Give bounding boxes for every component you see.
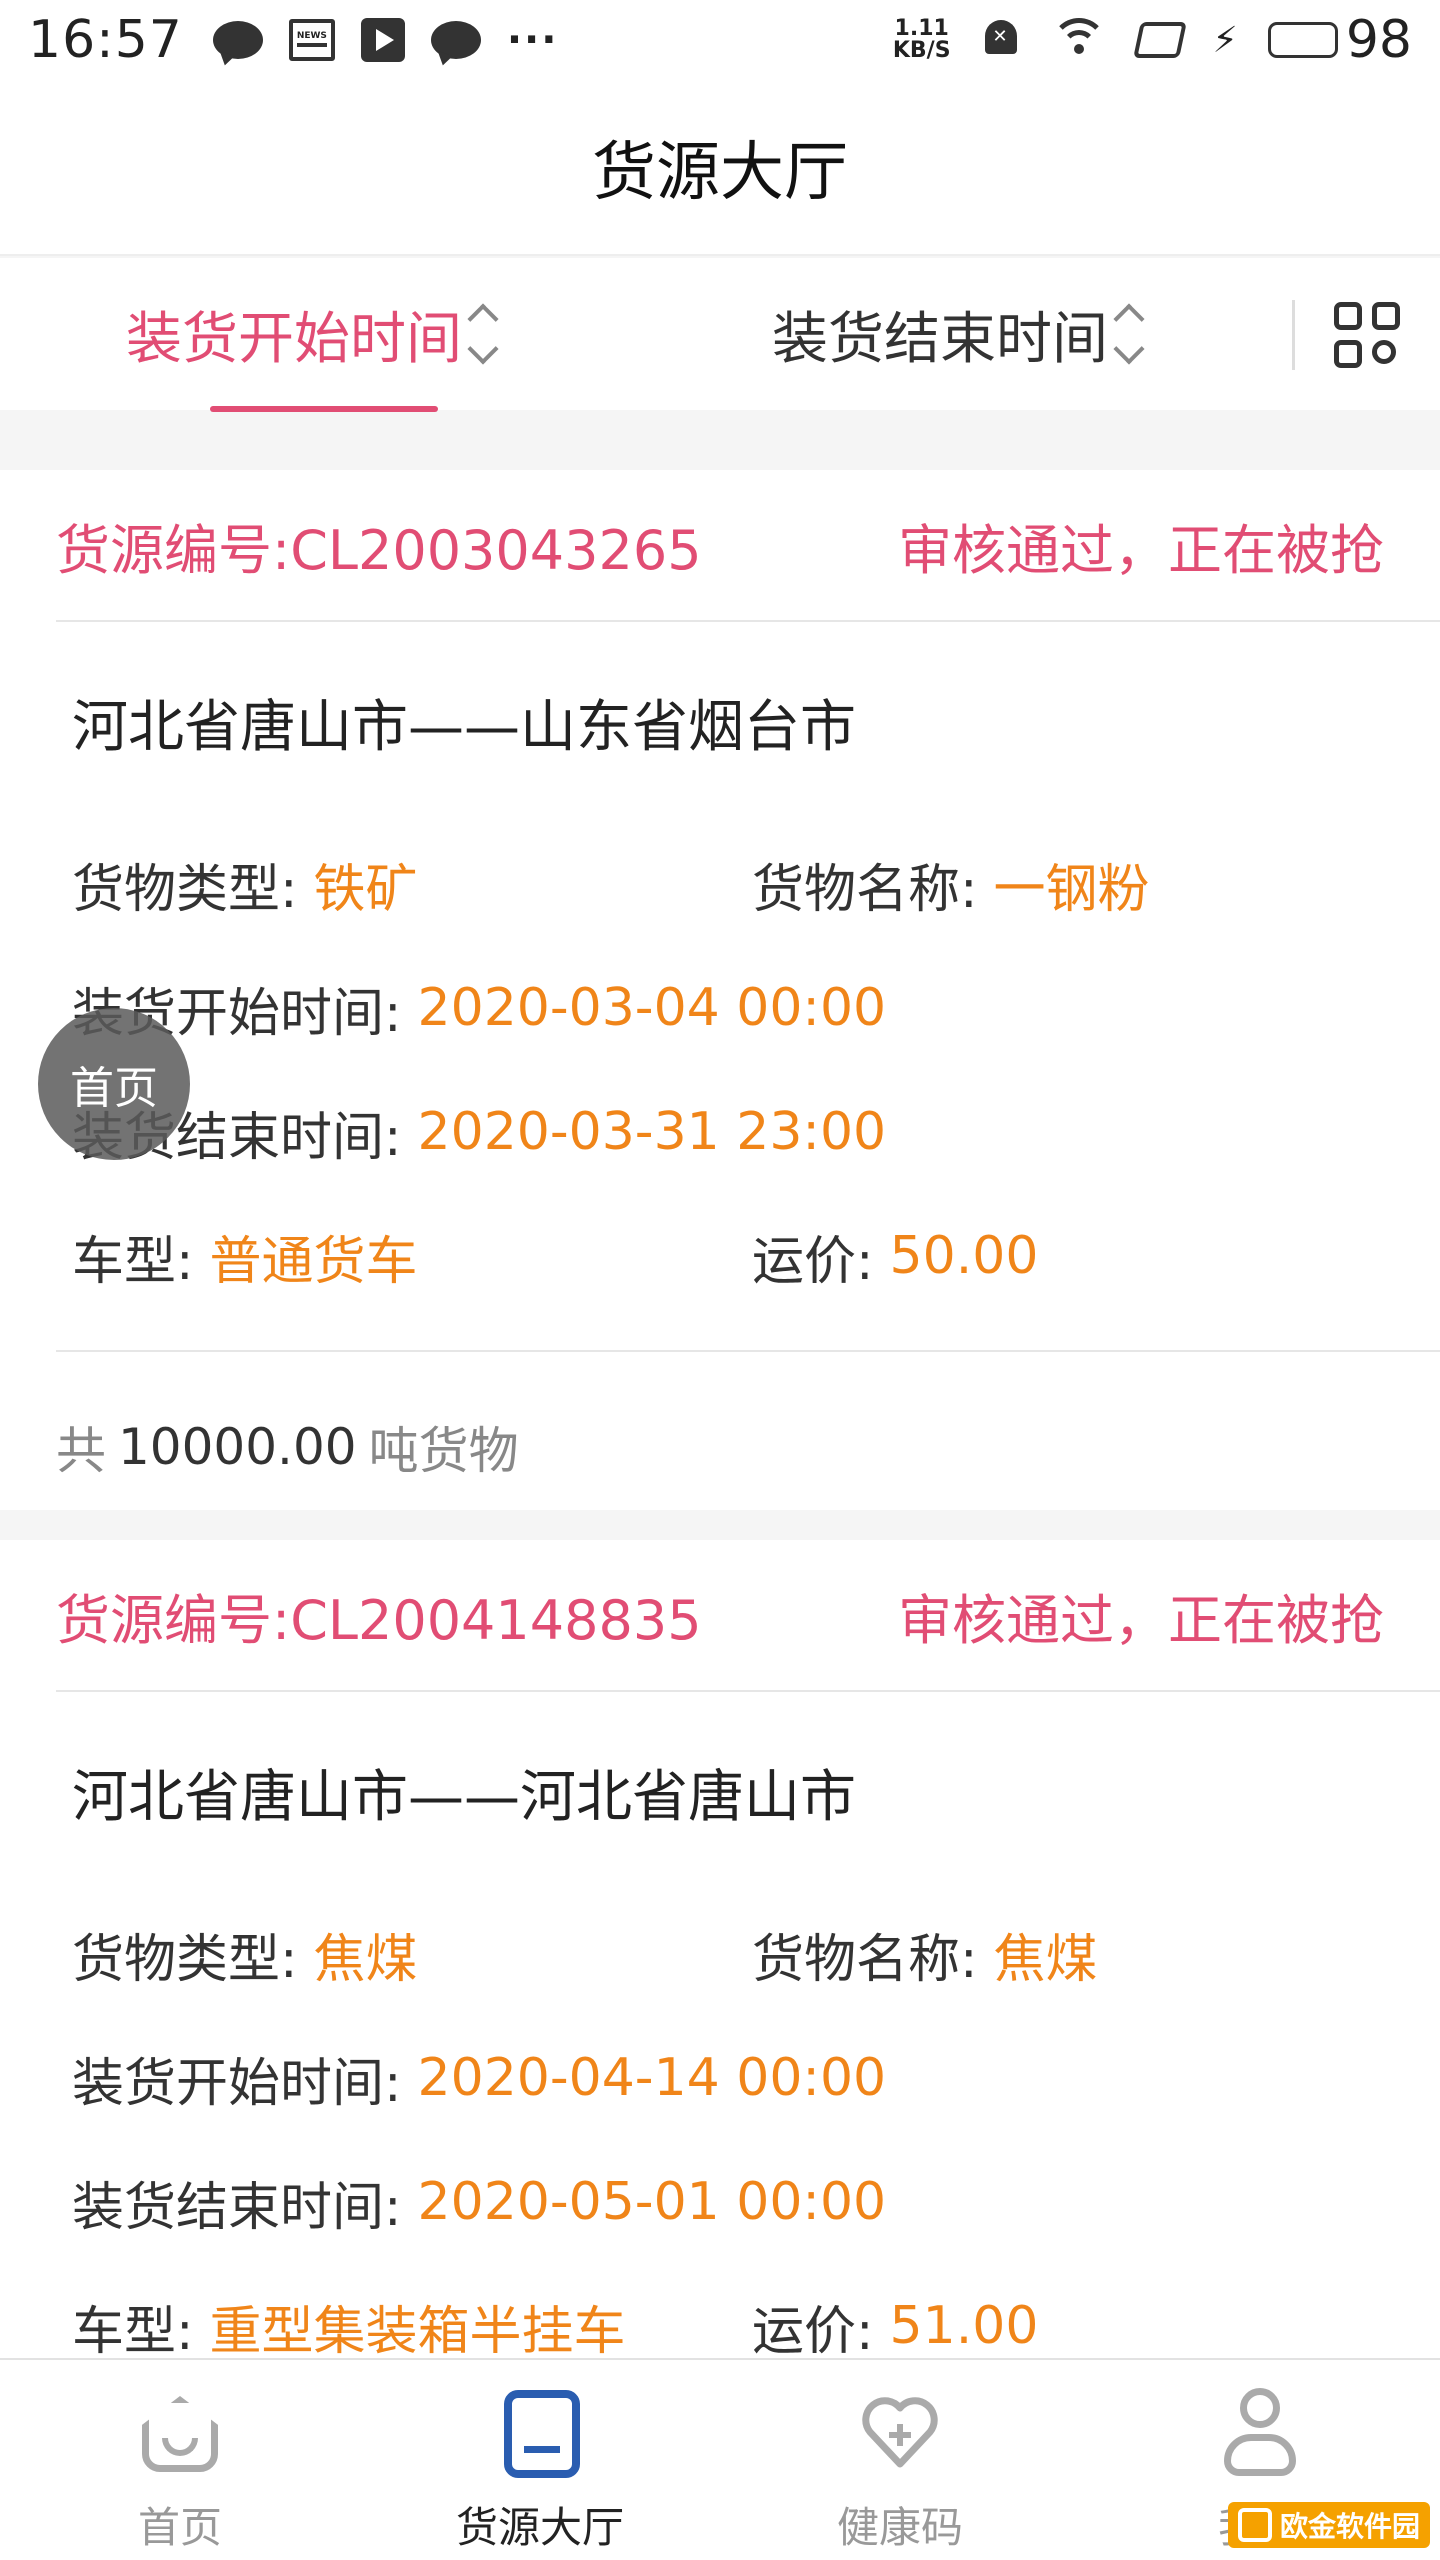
tab-label: 货源大厅 [455,2503,624,2552]
cargo-name-value: 焦煤 [993,1929,1098,1990]
video-icon [360,18,405,62]
total-weight: 共 10000.00 吨货物 [0,1352,1440,1542]
cargo-id: 货源编号:CL2003043265 [56,518,702,582]
tab-health-code[interactable]: 健康码 [720,2360,1080,2560]
sort-bar: 装货开始时间 装货结束时间 [0,258,1440,412]
cargo-card[interactable]: 货源编号:CL2004148835 审核通过，正在被抢 河北省唐山市——河北省唐… [0,1540,1440,2370]
sort-tab-label: 装货结束时间 [772,306,1108,372]
net-speed: 1.11 KB/S [893,18,951,62]
vehicle-value: 重型集装箱半挂车 [209,2301,626,2362]
system-icons: 1.11 KB/S ✕ ⚡ 98 [893,10,1412,70]
route: 河北省唐山市——河北省唐山市 [72,1764,856,1830]
profile-icon [1210,2384,1310,2484]
sort-tab-load-end[interactable]: 装货结束时间 [772,258,1145,410]
charging-icon: ⚡ [1212,19,1238,61]
active-tab-indicator [210,406,438,412]
load-end-value: 2020-03-31 23:00 [417,1102,887,1162]
page-title: 货源大厅 [592,136,848,210]
cargo-name-label: 货物名称: [752,859,978,920]
cargo-type-label: 货物类型: [72,859,298,920]
total-suffix: 吨货物 [368,1422,519,1480]
news-icon-label: NEWS [296,31,327,41]
price-value: 50.00 [889,1226,1039,1286]
vehicle-price-row: 车型: 普通货车 运价: 50.00 [0,1194,1440,1318]
health-code-icon [850,2384,950,2484]
rotation-icon [1132,22,1187,58]
cargo-name-label: 货物名称: [752,1929,978,1990]
status-badge: 审核通过，正在被抢 [898,518,1384,582]
vehicle-label: 车型: [72,1231,194,1292]
cargo-type-value: 焦煤 [313,1929,418,1990]
load-start-value: 2020-04-14 00:00 [417,2048,887,2108]
cargo-name-value: 一钢粉 [993,859,1150,920]
watermark-text: 欧金软件园 [1279,2510,1420,2543]
cargo-type-value: 铁矿 [313,859,418,920]
cargo-type-row: 货物类型: 焦煤 货物名称: 焦煤 [0,1892,1440,2016]
status-time: 16:57 [28,10,183,70]
floating-home-button[interactable]: 首页 [38,1008,190,1160]
load-start-value: 2020-03-04 00:00 [417,978,887,1038]
more-icon: ··· [506,17,559,63]
home-icon [130,2384,230,2484]
sort-arrows-icon [467,303,499,365]
tab-label: 健康码 [836,2503,963,2552]
price-value: 51.00 [889,2296,1039,2356]
mute-bell-icon: ✕ [981,18,1021,62]
total-amount: 10000.00 [118,1418,357,1476]
sort-tab-label: 装货开始时间 [126,306,462,372]
bottom-tab-bar: 首页 货源大厅 健康码 我的 [0,2358,1440,2560]
cargo-type-row: 货物类型: 铁矿 货物名称: 一钢粉 [0,822,1440,946]
total-prefix: 共 [56,1422,106,1480]
price-label: 运价: [752,2301,874,2362]
net-speed-value: 1.11 [894,16,949,41]
message-icon [430,21,481,59]
sort-arrows-icon [1113,303,1145,365]
load-start-label: 装货开始时间: [72,2053,402,2114]
sort-tab-load-start[interactable]: 装货开始时间 [126,258,499,410]
cargo-card[interactable]: 货源编号:CL2003043265 审核通过，正在被抢 河北省唐山市——山东省烟… [0,470,1440,1510]
load-end-row: 装货结束时间: 2020-05-01 00:00 [0,2140,1440,2264]
divider [1292,300,1295,370]
tab-label: 首页 [137,2503,222,2552]
watermark: 欧金软件园 [1227,2502,1430,2548]
tab-cargo-hall[interactable]: 货源大厅 [360,2360,720,2560]
status-bar: 16:57 NEWS ··· 1.11 KB/S ✕ ⚡ 98 [0,0,1440,80]
filter-grid-icon[interactable] [1334,302,1402,370]
tab-home[interactable]: 首页 [0,2360,360,2560]
load-start-row: 装货开始时间: 2020-04-14 00:00 [0,2016,1440,2140]
battery-level: 98 [1345,10,1412,70]
chat-icon [212,21,263,59]
cargo-hall-icon [490,2384,590,2484]
card-header: 货源编号:CL2003043265 审核通过，正在被抢 [0,470,1440,620]
notification-icons: NEWS ··· [212,17,559,63]
cargo-type-label: 货物类型: [72,1929,298,1990]
vehicle-value: 普通货车 [209,1231,418,1292]
load-end-value: 2020-05-01 00:00 [417,2172,887,2232]
wifi-icon [1050,18,1107,62]
card-header: 货源编号:CL2004148835 审核通过，正在被抢 [0,1540,1440,1690]
cargo-id: 货源编号:CL2004148835 [56,1588,702,1652]
vehicle-label: 车型: [72,2301,194,2362]
status-badge: 审核通过，正在被抢 [898,1588,1384,1652]
title-bar: 货源大厅 [0,80,1440,256]
load-start-row: 装货开始时间: 2020-03-04 00:00 [0,946,1440,1070]
load-end-row: 装货结束时间: 2020-03-31 23:00 [0,1070,1440,1194]
watermark-logo-icon [1237,2508,1272,2542]
load-end-label: 装货结束时间: [72,2177,402,2238]
news-icon: NEWS [288,19,335,61]
net-speed-unit: KB/S [892,38,951,63]
battery-icon: 98 [1267,10,1412,70]
price-label: 运价: [752,1231,874,1292]
route: 河北省唐山市——山东省烟台市 [72,694,856,760]
